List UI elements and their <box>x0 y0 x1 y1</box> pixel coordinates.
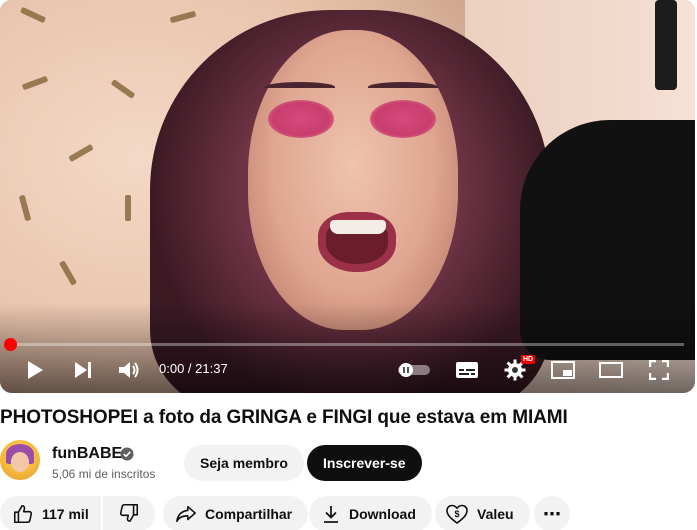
more-horizontal-icon: ⋯ <box>543 504 561 524</box>
video-player[interactable]: 0:00 / 21:37 HD <box>0 0 695 393</box>
autoplay-toggle-icon <box>396 362 432 378</box>
like-button[interactable]: 117 mil <box>0 496 101 530</box>
channel-avatar[interactable] <box>0 440 40 480</box>
hd-badge: HD <box>521 355 536 364</box>
fullscreen-button[interactable] <box>646 358 672 382</box>
autoplay-toggle[interactable] <box>396 360 432 380</box>
join-button[interactable]: Seja membro <box>184 445 304 481</box>
download-button[interactable]: Download <box>309 496 432 530</box>
theater-mode-icon <box>599 362 623 378</box>
share-icon <box>175 504 197 524</box>
share-label: Compartilhar <box>205 506 293 522</box>
like-count: 117 mil <box>42 506 89 522</box>
thanks-label: Valeu <box>477 506 514 522</box>
verified-check-icon <box>120 447 134 466</box>
fullscreen-icon <box>649 360 669 380</box>
miniplayer-icon <box>551 361 575 379</box>
super-thanks-icon: $ <box>445 503 469 525</box>
next-icon <box>73 361 93 379</box>
download-icon <box>321 504 341 524</box>
volume-button[interactable] <box>116 358 142 382</box>
channel-name[interactable]: funBABE <box>52 445 122 463</box>
thumbs-up-icon <box>12 503 34 525</box>
next-button[interactable] <box>70 358 96 382</box>
video-frame <box>0 0 695 393</box>
time-display: 0:00 / 21:37 <box>159 361 228 376</box>
play-button[interactable] <box>22 358 48 382</box>
thanks-button[interactable]: $ Valeu <box>435 496 530 530</box>
video-title: PHOTOSHOPEI a foto da GRINGA e FINGI que… <box>0 407 568 428</box>
thumbs-down-icon <box>118 502 140 527</box>
subtitles-button[interactable] <box>454 358 480 382</box>
miniplayer-button[interactable] <box>550 358 576 382</box>
theater-mode-button[interactable] <box>598 358 624 382</box>
more-actions-button[interactable]: ⋯ <box>534 496 570 530</box>
dislike-button[interactable] <box>103 496 155 530</box>
play-icon <box>26 360 44 380</box>
scrubber-handle[interactable] <box>4 338 17 351</box>
volume-icon <box>118 360 140 380</box>
subtitles-icon <box>455 361 479 379</box>
download-label: Download <box>349 506 416 522</box>
svg-text:$: $ <box>454 509 459 519</box>
subscriber-count: 5,06 mi de inscritos <box>52 467 156 481</box>
progress-bar[interactable] <box>11 343 684 346</box>
share-button[interactable]: Compartilhar <box>163 496 309 530</box>
subscribe-button[interactable]: Inscrever-se <box>307 445 422 481</box>
